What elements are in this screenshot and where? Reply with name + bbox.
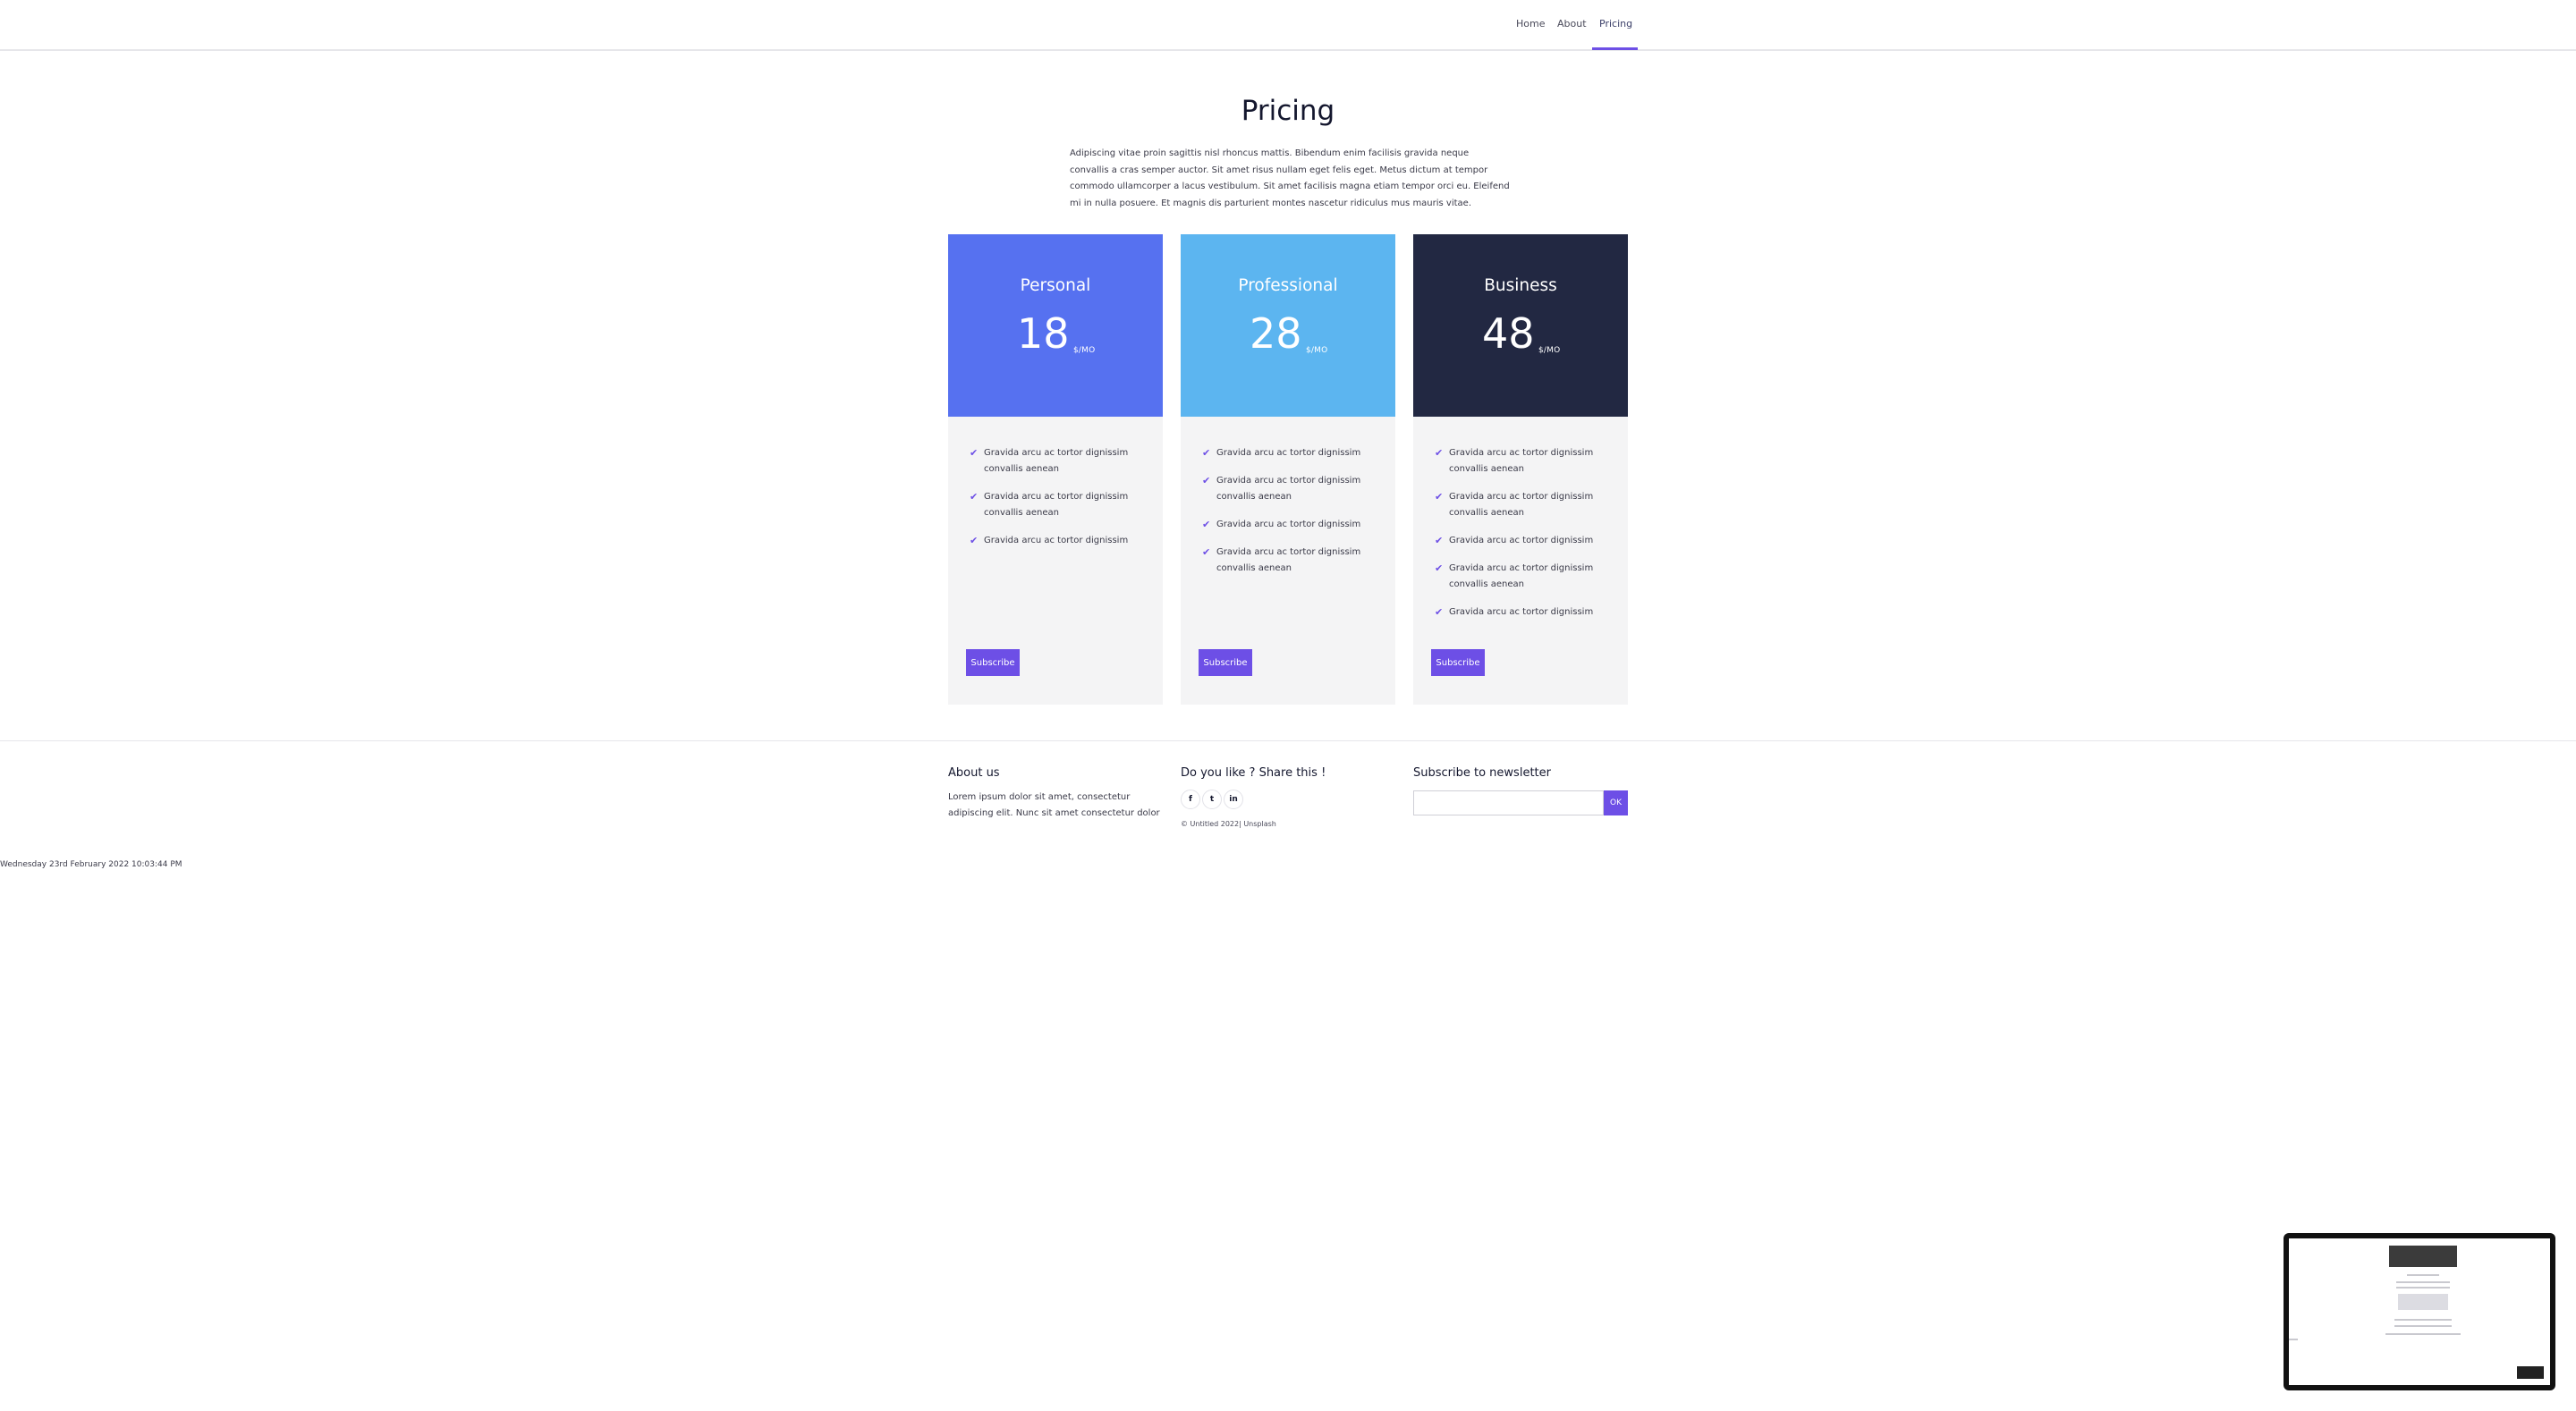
top-nav: Home About Pricing [0, 0, 2576, 51]
preview-dark-block [2517, 1366, 2544, 1379]
plan-period: $/MO [1538, 346, 1561, 355]
nav-about-link[interactable]: About [1557, 18, 1587, 30]
check-icon: ✔ [1202, 475, 1211, 486]
check-icon: ✔ [1435, 491, 1444, 503]
feature-item: ✔ Gravida arcu ac tortor dignissim conval… [1435, 445, 1614, 477]
copyright-text: © Untitled 2022| Unsplash [1181, 820, 1276, 828]
feature-item: ✔ Gravida arcu ac tortor dignissim conval… [1435, 489, 1614, 521]
subscribe-button[interactable]: Subscribe [966, 649, 1020, 676]
feature-item: ✔ Gravida arcu ac tortor dignissim conval… [1435, 561, 1614, 593]
intro-paragraph: Adipiscing vitae proin sagittis nisl rho… [1070, 148, 1510, 208]
preview-line [2394, 1325, 2452, 1327]
check-icon: ✔ [970, 535, 979, 546]
feature-text: Gravida arcu ac tortor dignissim [1216, 448, 1361, 458]
plan-price: 28 [1250, 309, 1302, 358]
feature-item: ✔ Gravida arcu ac tortor dignissim [1202, 517, 1381, 533]
newsletter-title: Subscribe to newsletter [1413, 766, 1551, 780]
feature-item: ✔ Gravida arcu ac tortor dignissim [970, 533, 1148, 549]
check-icon: ✔ [1202, 447, 1211, 459]
plan-period: $/MO [1073, 346, 1096, 355]
feature-item: ✔ Gravida arcu ac tortor dignissim [1202, 445, 1381, 461]
footer-divider [0, 740, 2576, 741]
card-header: Business 48 $/MO [1413, 234, 1628, 417]
feature-item: ✔ Gravida arcu ac tortor dignissim conval… [1202, 473, 1381, 505]
preview-block [2398, 1294, 2448, 1310]
facebook-icon[interactable]: f [1181, 790, 1200, 809]
subscribe-button[interactable]: Subscribe [1431, 649, 1485, 676]
check-icon: ✔ [1435, 606, 1444, 618]
nav-pricing-link[interactable]: Pricing [1599, 18, 1632, 30]
feature-item: ✔ Gravida arcu ac tortor dignissim conval… [970, 445, 1148, 477]
check-icon: ✔ [1435, 447, 1444, 459]
linkedin-icon[interactable]: in [1224, 790, 1243, 809]
preview-line [2407, 1274, 2439, 1276]
check-icon: ✔ [970, 491, 979, 503]
feature-item: ✔ Gravida arcu ac tortor dignissim [1435, 604, 1614, 621]
preview-line [2394, 1319, 2452, 1321]
pricing-card-professional: Professional 28 $/MO ✔ Gravida arcu ac to… [1181, 234, 1395, 705]
newsletter-ok-button[interactable]: OK [1604, 790, 1628, 815]
page-title: Pricing [1241, 95, 1335, 127]
feature-text: Gravida arcu ac tortor dignissim convall… [1216, 476, 1361, 502]
subscribe-button[interactable]: Subscribe [1199, 649, 1252, 676]
feature-item: ✔ Gravida arcu ac tortor dignissim conval… [970, 489, 1148, 521]
feature-text: Gravida arcu ac tortor dignissim convall… [984, 492, 1129, 518]
feature-text: Gravida arcu ac tortor dignissim convall… [984, 448, 1129, 474]
feature-text: Gravida arcu ac tortor dignissim [1449, 607, 1594, 617]
check-icon: ✔ [1202, 546, 1211, 558]
feature-text: Gravida arcu ac tortor dignissim convall… [1449, 448, 1594, 474]
feature-item: ✔ Gravida arcu ac tortor dignissim conval… [1202, 545, 1381, 577]
about-text: Lorem ipsum dolor sit amet, consectetur … [948, 792, 1160, 818]
feature-text: Gravida arcu ac tortor dignissim [984, 536, 1129, 545]
timestamp: Wednesday 23rd February 2022 10:03:44 PM [0, 860, 182, 869]
preview-line [2385, 1333, 2461, 1335]
preview-screen [2289, 1238, 2550, 1385]
pricing-card-personal: Personal 18 $/MO ✔ Gravida arcu ac tortor… [948, 234, 1163, 705]
about-title: About us [948, 766, 1000, 780]
feature-list: ✔ Gravida arcu ac tortor dignissim ✔ Gravi… [1202, 445, 1381, 588]
twitter-icon[interactable]: t [1202, 790, 1222, 809]
plan-period: $/MO [1306, 346, 1328, 355]
plan-name: Business [1484, 276, 1557, 295]
card-header: Professional 28 $/MO [1181, 234, 1395, 417]
card-header: Personal 18 $/MO [948, 234, 1163, 417]
check-icon: ✔ [1435, 562, 1444, 574]
nav-home-link[interactable]: Home [1516, 18, 1545, 30]
pricing-card-business: Business 48 $/MO ✔ Gravida arcu ac tortor… [1413, 234, 1628, 705]
preview-banner [2389, 1246, 2457, 1267]
preview-line [2396, 1281, 2450, 1283]
nav-active-indicator [1592, 47, 1638, 50]
plan-name: Personal [1020, 276, 1091, 295]
plan-price: 18 [1017, 309, 1070, 358]
feature-text: Gravida arcu ac tortor dignissim [1216, 520, 1361, 529]
feature-item: ✔ Gravida arcu ac tortor dignissim [1435, 533, 1614, 549]
check-icon: ✔ [1435, 535, 1444, 546]
feature-list: ✔ Gravida arcu ac tortor dignissim conval… [970, 445, 1148, 561]
feature-list: ✔ Gravida arcu ac tortor dignissim conval… [1435, 445, 1614, 632]
share-title: Do you like ? Share this ! [1181, 766, 1326, 780]
feature-text: Gravida arcu ac tortor dignissim convall… [1449, 492, 1594, 518]
plan-price: 48 [1482, 309, 1535, 358]
newsletter-email-input[interactable] [1413, 790, 1604, 815]
preview-line [2289, 1339, 2298, 1340]
feature-text: Gravida arcu ac tortor dignissim convall… [1216, 547, 1361, 573]
check-icon: ✔ [1202, 519, 1211, 530]
plan-name: Professional [1238, 276, 1338, 295]
check-icon: ✔ [970, 447, 979, 459]
preview-line [2396, 1287, 2450, 1288]
feature-text: Gravida arcu ac tortor dignissim convall… [1449, 563, 1594, 589]
screen-preview-thumbnail[interactable] [2284, 1233, 2555, 1390]
feature-text: Gravida arcu ac tortor dignissim [1449, 536, 1594, 545]
